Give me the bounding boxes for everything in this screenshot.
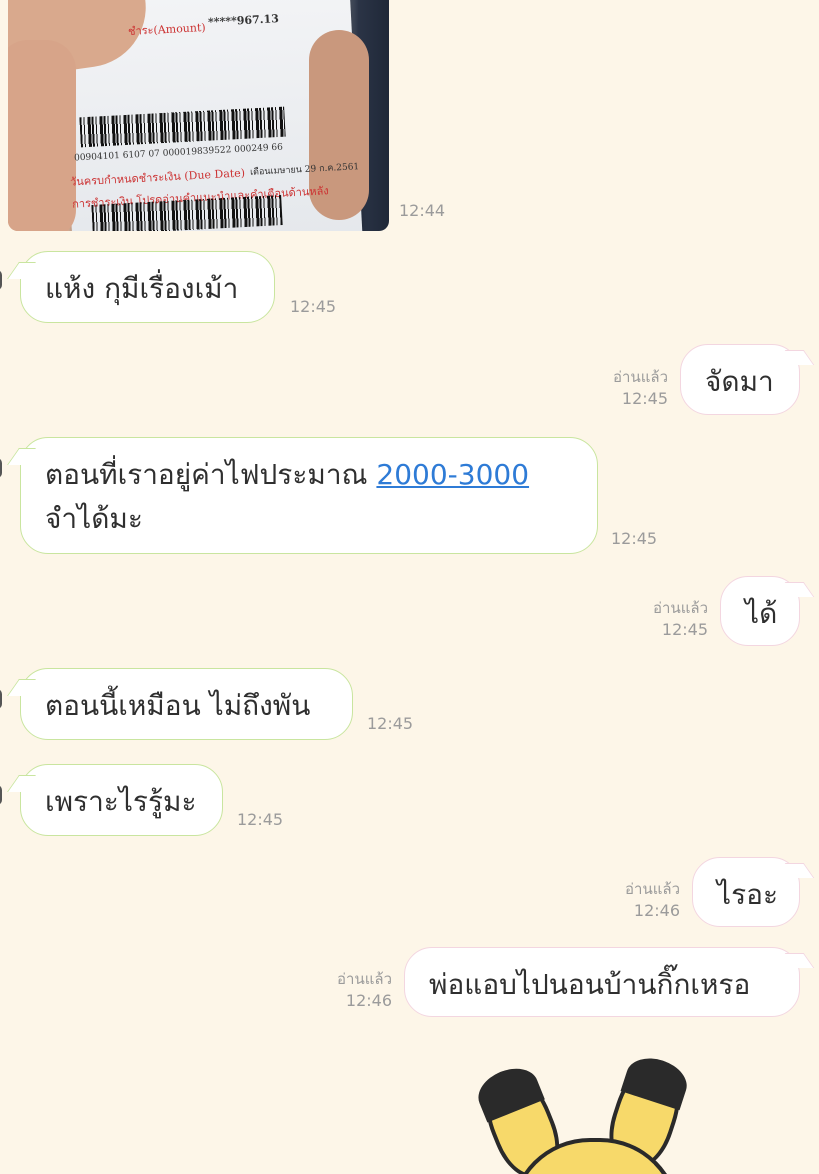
message-text-line2: จำได้มะ: [45, 502, 143, 535]
cat-sticker-icon[interactable]: [471, 1051, 693, 1174]
read-receipt: อ่านแล้ว 12:46: [314, 968, 392, 1012]
message-time: 12:45: [367, 714, 414, 733]
incoming-message-bubble[interactable]: แห้ง กุมีเรื่องเม้า: [20, 251, 275, 323]
message-text: เพราะไรรู้มะ: [45, 785, 197, 818]
outgoing-message-bubble[interactable]: ไรอะ: [692, 857, 800, 927]
outgoing-message-bubble[interactable]: พ่อแอบไปนอนบ้านกิ๊กเหรอ: [404, 947, 800, 1017]
outgoing-message-bubble[interactable]: ได้: [720, 576, 800, 646]
message-text: พ่อแอบไปนอนบ้านกิ๊กเหรอ: [429, 968, 751, 1001]
chat-thread: ชำระ(Amount) *****967.13 00904101 6107 0…: [0, 0, 819, 1174]
message-text: จัดมา: [705, 365, 774, 398]
message-text: แห้ง กุมีเรื่องเม้า: [45, 272, 239, 305]
hand: [8, 40, 76, 231]
message-time: 12:44: [399, 201, 446, 220]
phone-number-link[interactable]: 2000-3000: [376, 458, 529, 491]
outgoing-message-bubble[interactable]: จัดมา: [680, 344, 800, 415]
message-time: 12:46: [345, 991, 392, 1010]
message-time: 12:45: [290, 297, 337, 316]
photo-message-bill[interactable]: ชำระ(Amount) *****967.13 00904101 6107 0…: [8, 0, 389, 231]
read-label: อ่านแล้ว: [625, 880, 680, 898]
incoming-message-bubble[interactable]: ตอนที่เราอยู่ค่าไฟประมาณ 2000-3000 จำได้…: [20, 437, 598, 554]
incoming-message-bubble[interactable]: ตอนนี้เหมือน ไม่ถึงพัน: [20, 668, 353, 740]
avatar-edge: [0, 689, 2, 709]
read-receipt: อ่านแล้ว 12:45: [590, 366, 668, 410]
avatar-edge: [0, 458, 2, 478]
avatar-edge: [0, 785, 2, 805]
message-text: ตอนที่เราอยู่ค่าไฟประมาณ: [45, 458, 377, 491]
message-text: ไรอะ: [717, 878, 778, 911]
read-label: อ่านแล้ว: [613, 368, 668, 386]
read-receipt: อ่านแล้ว 12:46: [602, 878, 680, 922]
read-receipt: อ่านแล้ว 12:45: [630, 597, 708, 641]
message-time: 12:45: [237, 810, 284, 829]
avatar-edge: [0, 270, 2, 290]
message-text: ตอนนี้เหมือน ไม่ถึงพัน: [45, 689, 311, 722]
message-time: 12:45: [621, 389, 668, 408]
message-time: 12:46: [633, 901, 680, 920]
incoming-message-bubble[interactable]: เพราะไรรู้มะ: [20, 764, 223, 836]
message-time: 12:45: [661, 620, 708, 639]
message-time: 12:45: [611, 529, 658, 548]
read-label: อ่านแล้ว: [653, 599, 708, 617]
message-text: ได้: [745, 597, 778, 630]
read-label: อ่านแล้ว: [337, 970, 392, 988]
